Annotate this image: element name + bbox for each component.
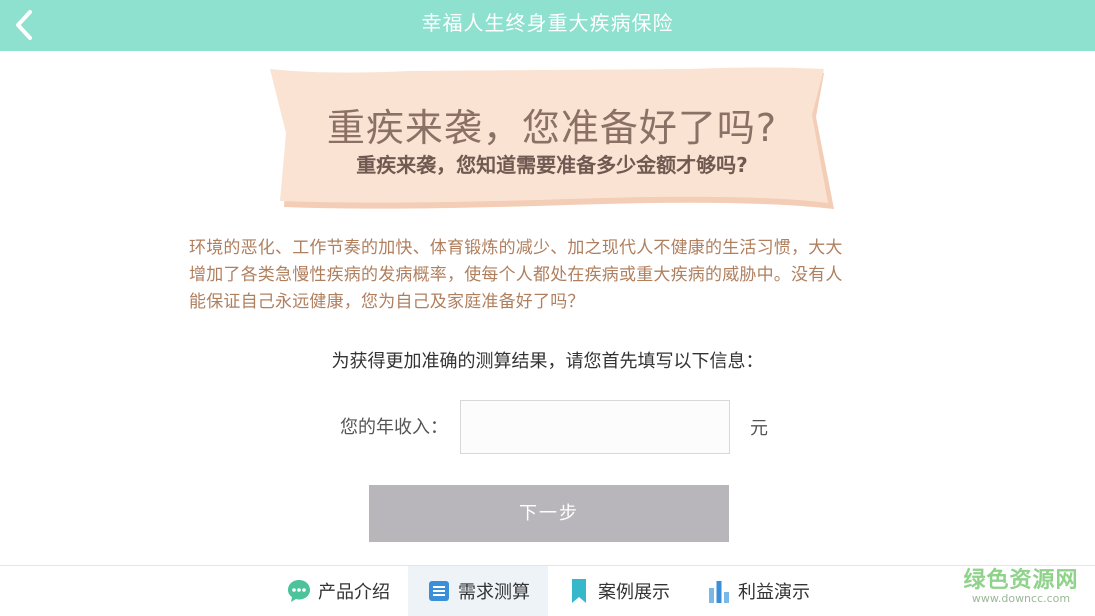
intro-line: 能保证自己永远健康，您为自己及家庭准备好了吗？ bbox=[189, 292, 585, 312]
tab-benefit-demo[interactable]: 利益演示 bbox=[688, 566, 828, 616]
intro-paragraph: 环境的恶化、工作节奏的加快、体育锻炼的减少、加之现代人不健康的生活习惯，大大 增… bbox=[189, 235, 937, 316]
tab-product-intro[interactable]: 产品介绍 bbox=[268, 566, 408, 616]
bar-chart-icon bbox=[706, 578, 732, 604]
bookmark-icon bbox=[566, 578, 592, 604]
intro-line: 环境的恶化、工作节奏的加快、体育锻炼的减少、加之现代人不健康的生活习惯，大大 bbox=[189, 238, 843, 258]
back-button[interactable] bbox=[6, 6, 42, 44]
watermark-text: 绿色资源网 bbox=[963, 568, 1079, 593]
form-prompt: 为获得更加准确的测算结果，请您首先填写以下信息： bbox=[331, 351, 764, 372]
top-bar: 幸福人生终身重大疾病保险 bbox=[0, 0, 1095, 51]
income-label: 您的年收入： bbox=[340, 417, 448, 438]
hero-banner: 重疾来袭，您准备好了吗? 重疾来袭，您知道需要准备多少金额才够吗? bbox=[268, 67, 836, 214]
intro-line: 增加了各类急慢性疾病的发病概率，使每个人都处在疾病或重大疾病的威胁中。没有人 bbox=[189, 265, 843, 285]
next-step-button[interactable]: 下一步 bbox=[369, 485, 729, 542]
tab-label: 产品介绍 bbox=[318, 582, 390, 603]
tab-needs-calculation[interactable]: 需求测算 bbox=[408, 566, 548, 616]
tab-label: 案例展示 bbox=[598, 582, 670, 603]
currency-unit: 元 bbox=[750, 418, 768, 439]
banner-title: 重疾来袭，您准备好了吗? bbox=[326, 106, 778, 150]
site-watermark: 绿色资源网 www.downcc.com bbox=[956, 562, 1086, 605]
tab-label: 利益演示 bbox=[738, 582, 810, 603]
tab-case-showcase[interactable]: 案例展示 bbox=[548, 566, 688, 616]
tab-label: 需求测算 bbox=[458, 582, 530, 603]
income-input[interactable] bbox=[460, 400, 730, 454]
chat-bubble-icon bbox=[286, 578, 312, 604]
watermark-url: www.downcc.com bbox=[971, 592, 1071, 605]
chevron-left-icon bbox=[16, 10, 32, 40]
bottom-tab-bar: 产品介绍 需求测算 案例展示 利益演示 bbox=[0, 565, 1095, 616]
list-icon bbox=[426, 578, 452, 604]
banner-subtitle: 重疾来袭，您知道需要准备多少金额才够吗? bbox=[356, 153, 748, 177]
page-title: 幸福人生终身重大疾病保险 bbox=[421, 11, 674, 35]
